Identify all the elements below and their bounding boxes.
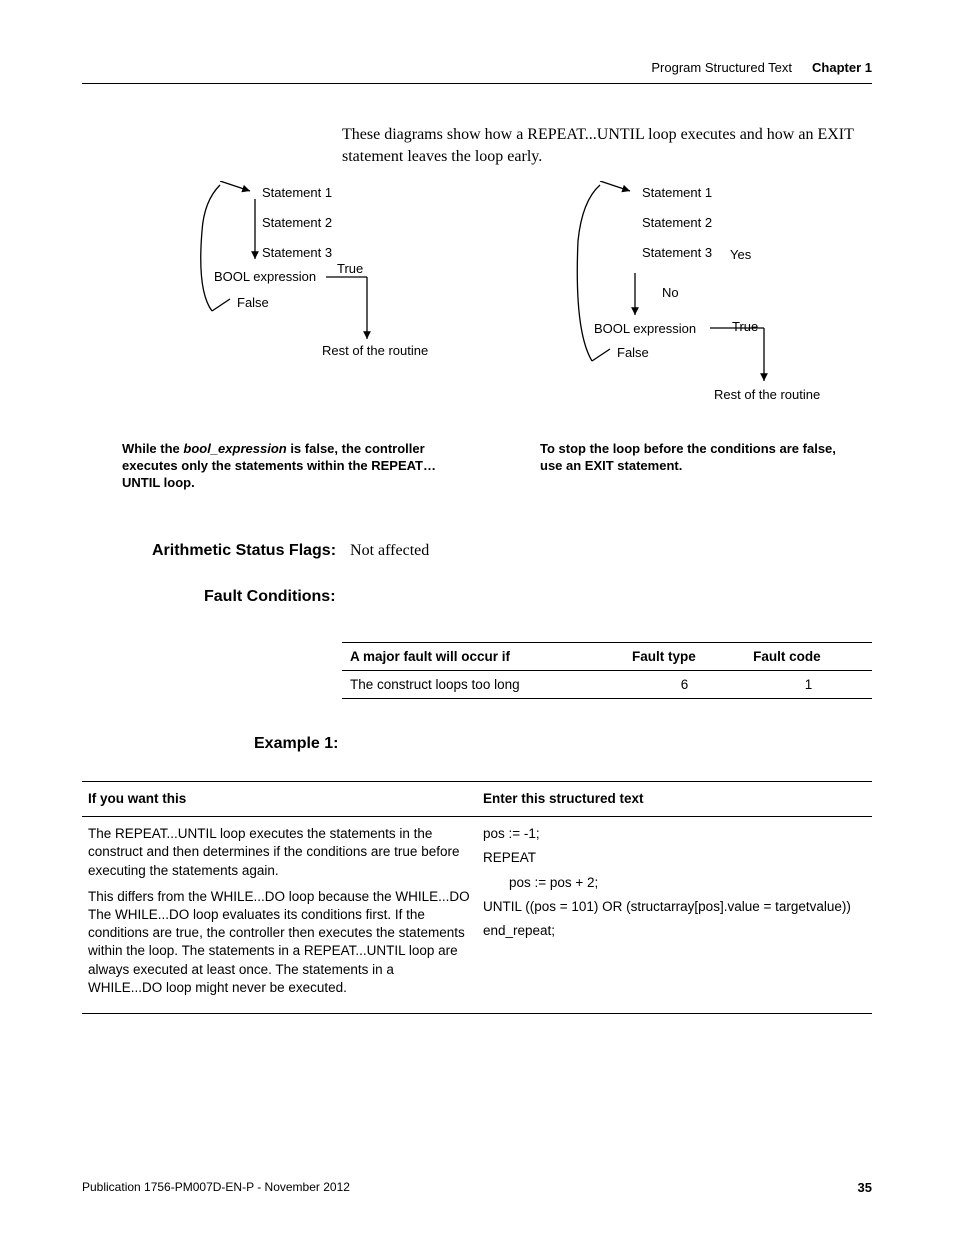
- fault-td-2: 6: [624, 670, 745, 698]
- header-rule: [82, 83, 872, 84]
- running-header: Program Structured Text Chapter 1: [82, 60, 872, 75]
- fault-th-3: Fault code: [745, 642, 872, 670]
- caption-left-pre: While the: [122, 441, 183, 456]
- arithmetic-value: Not affected: [350, 542, 429, 560]
- header-section: Program Structured Text: [651, 60, 792, 75]
- fault-table: A major fault will occur if Fault type F…: [342, 642, 872, 699]
- d2-statement1: Statement 1: [642, 185, 712, 200]
- example-para-2: This differs from the WHILE...DO loop be…: [88, 888, 471, 997]
- publication-id: Publication 1756-PM007D-EN-P - November …: [82, 1180, 350, 1195]
- table-row: The REPEAT...UNTIL loop executes the sta…: [82, 817, 872, 1014]
- caption-right: To stop the loop before the conditions a…: [540, 441, 860, 492]
- d1-true: True: [337, 261, 363, 276]
- caption-left-em: bool_expression: [183, 441, 286, 456]
- d2-statement3: Statement 3: [642, 245, 712, 260]
- example-th-2: Enter this structured text: [477, 781, 872, 816]
- page-number: 35: [858, 1180, 872, 1195]
- d2-rest: Rest of the routine: [714, 387, 820, 402]
- d2-yes: Yes: [730, 247, 751, 262]
- code-line-5: end_repeat;: [483, 922, 866, 940]
- fault-conditions-heading: Fault Conditions:: [204, 588, 872, 606]
- caption-left: While the bool_expression is false, the …: [122, 441, 442, 492]
- d1-rest: Rest of the routine: [322, 343, 428, 358]
- arithmetic-status-row: Arithmetic Status Flags: Not affected: [152, 542, 872, 560]
- arithmetic-label: Arithmetic Status Flags:: [152, 542, 336, 560]
- code-line-3: pos := pos + 2;: [483, 874, 866, 892]
- example-code-cell: pos := -1; REPEAT pos := pos + 2; UNTIL …: [477, 817, 872, 1014]
- d1-bool-expr: BOOL expression: [214, 269, 316, 284]
- d1-false: False: [237, 295, 269, 310]
- d2-no: No: [662, 285, 679, 300]
- fault-td-3: 1: [745, 670, 872, 698]
- d1-statement1: Statement 1: [262, 185, 332, 200]
- fault-th-1: A major fault will occur if: [342, 642, 624, 670]
- page-footer: Publication 1756-PM007D-EN-P - November …: [82, 1180, 872, 1195]
- header-chapter: Chapter 1: [812, 60, 872, 75]
- fault-th-2: Fault type: [624, 642, 745, 670]
- intro-paragraph: These diagrams show how a REPEAT...UNTIL…: [342, 124, 872, 167]
- d1-statement2: Statement 2: [262, 215, 332, 230]
- diagram-captions: While the bool_expression is false, the …: [122, 441, 872, 492]
- code-line-2: REPEAT: [483, 849, 866, 867]
- example-para-1: The REPEAT...UNTIL loop executes the sta…: [88, 825, 471, 880]
- d2-false: False: [617, 345, 649, 360]
- example-left-cell: The REPEAT...UNTIL loop executes the sta…: [82, 817, 477, 1014]
- example-heading: Example 1:: [254, 735, 872, 753]
- code-line-1: pos := -1;: [483, 825, 866, 843]
- d2-bool-expr: BOOL expression: [594, 321, 696, 336]
- diagram-left: Statement 1 Statement 2 Statement 3 BOOL…: [142, 181, 442, 371]
- example-th-1: If you want this: [82, 781, 477, 816]
- example-table: If you want this Enter this structured t…: [82, 781, 872, 1014]
- diagrams-row: Statement 1 Statement 2 Statement 3 BOOL…: [142, 181, 872, 411]
- code-line-4: UNTIL ((pos = 101) OR (structarray[pos].…: [483, 898, 866, 916]
- d1-statement3: Statement 3: [262, 245, 332, 260]
- d2-statement2: Statement 2: [642, 215, 712, 230]
- d2-true: True: [732, 319, 758, 334]
- diagram-right: Statement 1 Statement 2 Statement 3 Yes …: [502, 181, 852, 411]
- fault-td-1: The construct loops too long: [342, 670, 624, 698]
- table-row: The construct loops too long 6 1: [342, 670, 872, 698]
- table-header-row: If you want this Enter this structured t…: [82, 781, 872, 816]
- table-header-row: A major fault will occur if Fault type F…: [342, 642, 872, 670]
